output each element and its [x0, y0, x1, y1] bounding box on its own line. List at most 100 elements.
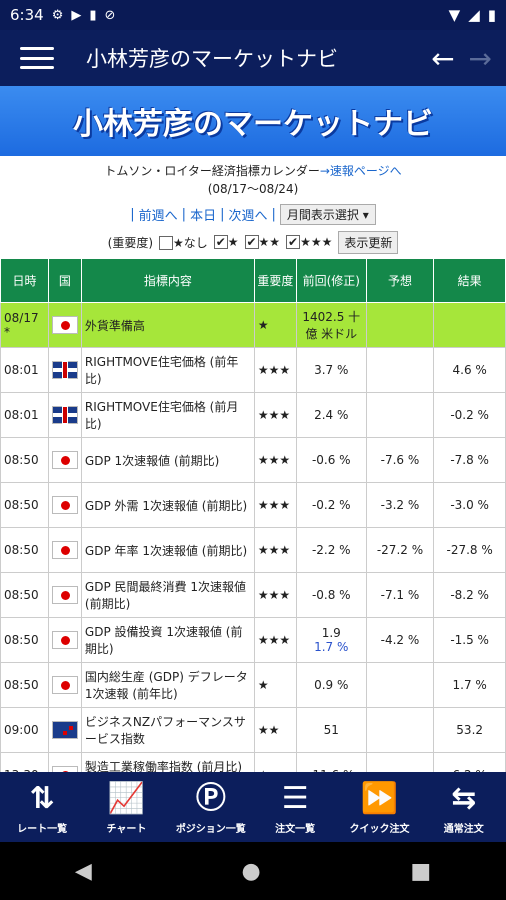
- cell-forecast: -4.2 %: [365, 617, 435, 663]
- wifi-icon: ▼: [448, 6, 461, 24]
- table-row[interactable]: 08:50 GDP 設備投資 1次速報値 (前期比) ★★★ 1.9 1.7 % -4.2…: [0, 617, 506, 663]
- cell-indicator: GDP 民間最終消費 1次速報値 (前期比): [80, 572, 255, 618]
- cell-forecast: -7.1 %: [365, 572, 435, 618]
- table-row[interactable]: 08:01 RIGHTMOVE住宅価格 (前月比) ★★★ 2.4 % -0.2 %: [0, 392, 506, 438]
- recents-icon[interactable]: ■: [410, 859, 431, 884]
- cell-indicator: 製造工業稼働率指数 (前月比) 季調値: [80, 752, 255, 772]
- calendar-header: トムソン・ロイター経済指標カレンダー→速報ページへ (08/17〜08/24): [0, 156, 506, 198]
- cell-result: -27.8 %: [433, 527, 506, 573]
- table-row[interactable]: 08:50 GDP 民間最終消費 1次速報値 (前期比) ★★★ -0.8 % -7.1…: [0, 572, 506, 618]
- cell-indicator: GDP 年率 1次速報値 (前期比): [80, 527, 255, 573]
- home-icon[interactable]: ●: [241, 859, 260, 884]
- app-bar: 小林芳彦のマーケットナビ ← →: [0, 30, 506, 86]
- refresh-button[interactable]: 表示更新: [338, 230, 399, 254]
- imp2-checkbox[interactable]: ✔: [244, 235, 259, 250]
- system-nav: ◀ ● ■: [0, 842, 506, 900]
- cell-indicator: RIGHTMOVE住宅価格 (前月比): [80, 392, 255, 438]
- jp-flag-icon: [51, 541, 78, 559]
- previous-value: -0.6 %: [311, 453, 351, 467]
- cell-importance: ★: [253, 752, 297, 772]
- cell-importance: ★★★: [253, 437, 297, 483]
- previous-value: -2.2 %: [311, 543, 351, 557]
- flash-page-link[interactable]: →速報ページへ: [320, 164, 402, 178]
- table-row[interactable]: 08:50 GDP 外需 1次速報値 (前期比) ★★★ -0.2 % -3.2 % -3…: [0, 482, 506, 528]
- bottom-nav-position[interactable]: Ⓟ ポジション一覧: [169, 772, 253, 842]
- cell-previous: 3.7 %: [295, 347, 367, 393]
- prev-week-link[interactable]: 前週へ: [139, 205, 178, 224]
- status-time: 6:34: [10, 6, 44, 24]
- imp3-checkbox[interactable]: ✔: [286, 235, 301, 250]
- bottom-nav-rate-list[interactable]: ⇅ レート一覧: [0, 772, 84, 842]
- next-week-link[interactable]: 次週へ: [228, 205, 267, 224]
- imp1-checkbox[interactable]: ✔: [213, 235, 228, 250]
- table-row[interactable]: 09:00 ビジネスNZパフォーマンスサービス指数 ★★ 51 53.2: [0, 707, 506, 753]
- jp-flag-icon: [51, 631, 78, 649]
- week-nav: | 前週へ | 本日 | 次週へ | 月間表示選択 ▾: [0, 202, 506, 226]
- cell-country: [47, 572, 82, 618]
- bottom-nav-order-list[interactable]: ☰ 注文一覧: [253, 772, 337, 842]
- column-header: 指標内容: [80, 258, 255, 303]
- cell-time: 09:00: [0, 707, 49, 753]
- previous-value: -0.2 %: [311, 498, 351, 512]
- cell-indicator: GDP 外需 1次速報値 (前期比): [80, 482, 255, 528]
- nz-flag-icon: [51, 721, 78, 739]
- imp3-option[interactable]: ✔ ★★★: [286, 235, 332, 250]
- previous-value: -0.8 %: [311, 588, 351, 602]
- back-icon[interactable]: ◀: [75, 859, 92, 884]
- table-row[interactable]: 08:50 GDP 1次速報値 (前期比) ★★★ -0.6 % -7.6 % -7.8 …: [0, 437, 506, 483]
- bottom-nav-chart[interactable]: 📈 チャート: [84, 772, 168, 842]
- cell-time: 13:30: [0, 752, 49, 772]
- imp-none-checkbox[interactable]: [159, 236, 174, 250]
- table-row[interactable]: 08:50 GDP 年率 1次速報値 (前期比) ★★★ -2.2 % -27.2 % -…: [0, 527, 506, 573]
- cell-country: [47, 662, 82, 708]
- cell-importance: ★: [253, 302, 297, 348]
- cell-time: 08:50: [0, 437, 49, 483]
- cell-forecast: [365, 707, 435, 753]
- jp-flag-icon: [51, 676, 78, 694]
- cell-forecast: [365, 347, 435, 393]
- cell-forecast: -7.6 %: [365, 437, 435, 483]
- cell-result: 1.7 %: [433, 662, 506, 708]
- imp2-option[interactable]: ✔ ★★: [244, 235, 280, 250]
- monthly-select[interactable]: 月間表示選択 ▾: [279, 203, 376, 225]
- cell-forecast: [365, 392, 435, 438]
- bottom-nav-normal-order[interactable]: ⇆ 通常注文: [422, 772, 506, 842]
- table-row[interactable]: 08:01 RIGHTMOVE住宅価格 (前年比) ★★★ 3.7 % 4.6 %: [0, 347, 506, 393]
- normal-order-icon: ⇆: [451, 780, 477, 816]
- previous-value: 1402.5 十億 米ドル: [302, 310, 361, 341]
- banner: 小林芳彦のマーケットナビ: [0, 86, 506, 156]
- cell-previous: 0.9 %: [295, 662, 367, 708]
- cell-country: [47, 617, 82, 663]
- previous-value: 0.9 %: [314, 678, 349, 692]
- column-header: 重要度: [253, 258, 297, 303]
- cell-importance: ★★★: [253, 527, 297, 573]
- bottom-nav-quick-order[interactable]: ⏩ クイック注文: [337, 772, 421, 842]
- cell-forecast: [365, 302, 435, 348]
- table-row[interactable]: 08/17 * 外貨準備高 ★ 1402.5 十億 米ドル: [0, 302, 506, 348]
- cell-importance: ★★: [253, 707, 297, 753]
- cell-time: 08:50: [0, 662, 49, 708]
- cell-previous: -2.2 %: [295, 527, 367, 573]
- today-link[interactable]: 本日: [190, 205, 216, 224]
- cell-country: [47, 302, 82, 348]
- imp-none-option[interactable]: ★なし: [159, 234, 208, 251]
- bottom-nav: ⇅ レート一覧 📈 チャート Ⓟ ポジション一覧 ☰ 注文一覧 ⏩ クイック注文 ⇆ 通常注文: [0, 772, 506, 842]
- table-row[interactable]: 13:30 製造工業稼働率指数 (前月比) 季調値★-11.6 % 6.2 %: [0, 752, 506, 772]
- cell-forecast: -3.2 %: [365, 482, 435, 528]
- column-header: 結果: [433, 258, 506, 303]
- cell-previous: -0.6 %: [295, 437, 367, 483]
- forward-arrow-icon[interactable]: →: [469, 42, 492, 75]
- cell-country: [47, 347, 82, 393]
- jp-flag-icon: [51, 451, 78, 469]
- menu-icon[interactable]: [20, 47, 54, 69]
- cell-previous: -0.8 %: [295, 572, 367, 618]
- cell-importance: ★: [253, 662, 297, 708]
- back-arrow-icon[interactable]: ←: [431, 42, 454, 75]
- table-row[interactable]: 08:50 国内総生産 (GDP) デフレータ 1次速報 (前年比) ★ 0.9 % 1…: [0, 662, 506, 708]
- cell-indicator: RIGHTMOVE住宅価格 (前年比): [80, 347, 255, 393]
- imp1-option[interactable]: ✔ ★: [213, 235, 239, 250]
- sd-card-icon: ▮: [89, 7, 97, 23]
- uk-flag-icon: [51, 361, 78, 379]
- cell-previous: -0.2 %: [295, 482, 367, 528]
- column-header: 国: [47, 258, 82, 303]
